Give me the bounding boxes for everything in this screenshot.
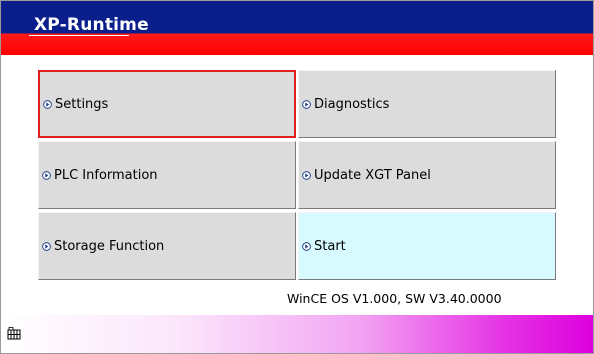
- circle-arrow-icon: [302, 99, 311, 109]
- storage-function-button-label: Storage Function: [54, 238, 165, 254]
- circle-arrow-icon: [42, 170, 51, 180]
- title-bar: XP-Runtime: [1, 1, 593, 55]
- circle-arrow-icon: [43, 99, 52, 109]
- start-button-label: Start: [314, 238, 346, 254]
- window-title: XP-Runtime: [34, 15, 149, 35]
- plc-information-button[interactable]: PLC Information: [38, 141, 296, 209]
- plc-information-button-label: PLC Information: [54, 167, 158, 183]
- storage-function-button[interactable]: Storage Function: [38, 212, 296, 280]
- diagnostics-button[interactable]: Diagnostics: [298, 70, 556, 138]
- version-info: WinCE OS V1.000, SW V3.40.0000: [287, 291, 502, 306]
- diagnostics-button-label: Diagnostics: [314, 96, 390, 112]
- update-xgt-panel-button-label: Update XGT Panel: [314, 167, 431, 183]
- settings-button[interactable]: Settings: [38, 70, 296, 138]
- xp-runtime-window: XP-Runtime Settings Diagnostics PLC Info…: [0, 0, 594, 354]
- update-xgt-panel-button[interactable]: Update XGT Panel: [298, 141, 556, 209]
- settings-button-label: Settings: [55, 96, 109, 112]
- main-menu-grid: Settings Diagnostics PLC Information Upd…: [38, 70, 556, 282]
- start-button[interactable]: Start: [298, 212, 556, 280]
- circle-arrow-icon: [302, 241, 311, 251]
- circle-arrow-icon: [42, 241, 51, 251]
- circle-arrow-icon: [302, 170, 311, 180]
- keyboard-icon[interactable]: [7, 327, 21, 341]
- title-underline: [29, 35, 129, 36]
- status-bar: [1, 315, 593, 353]
